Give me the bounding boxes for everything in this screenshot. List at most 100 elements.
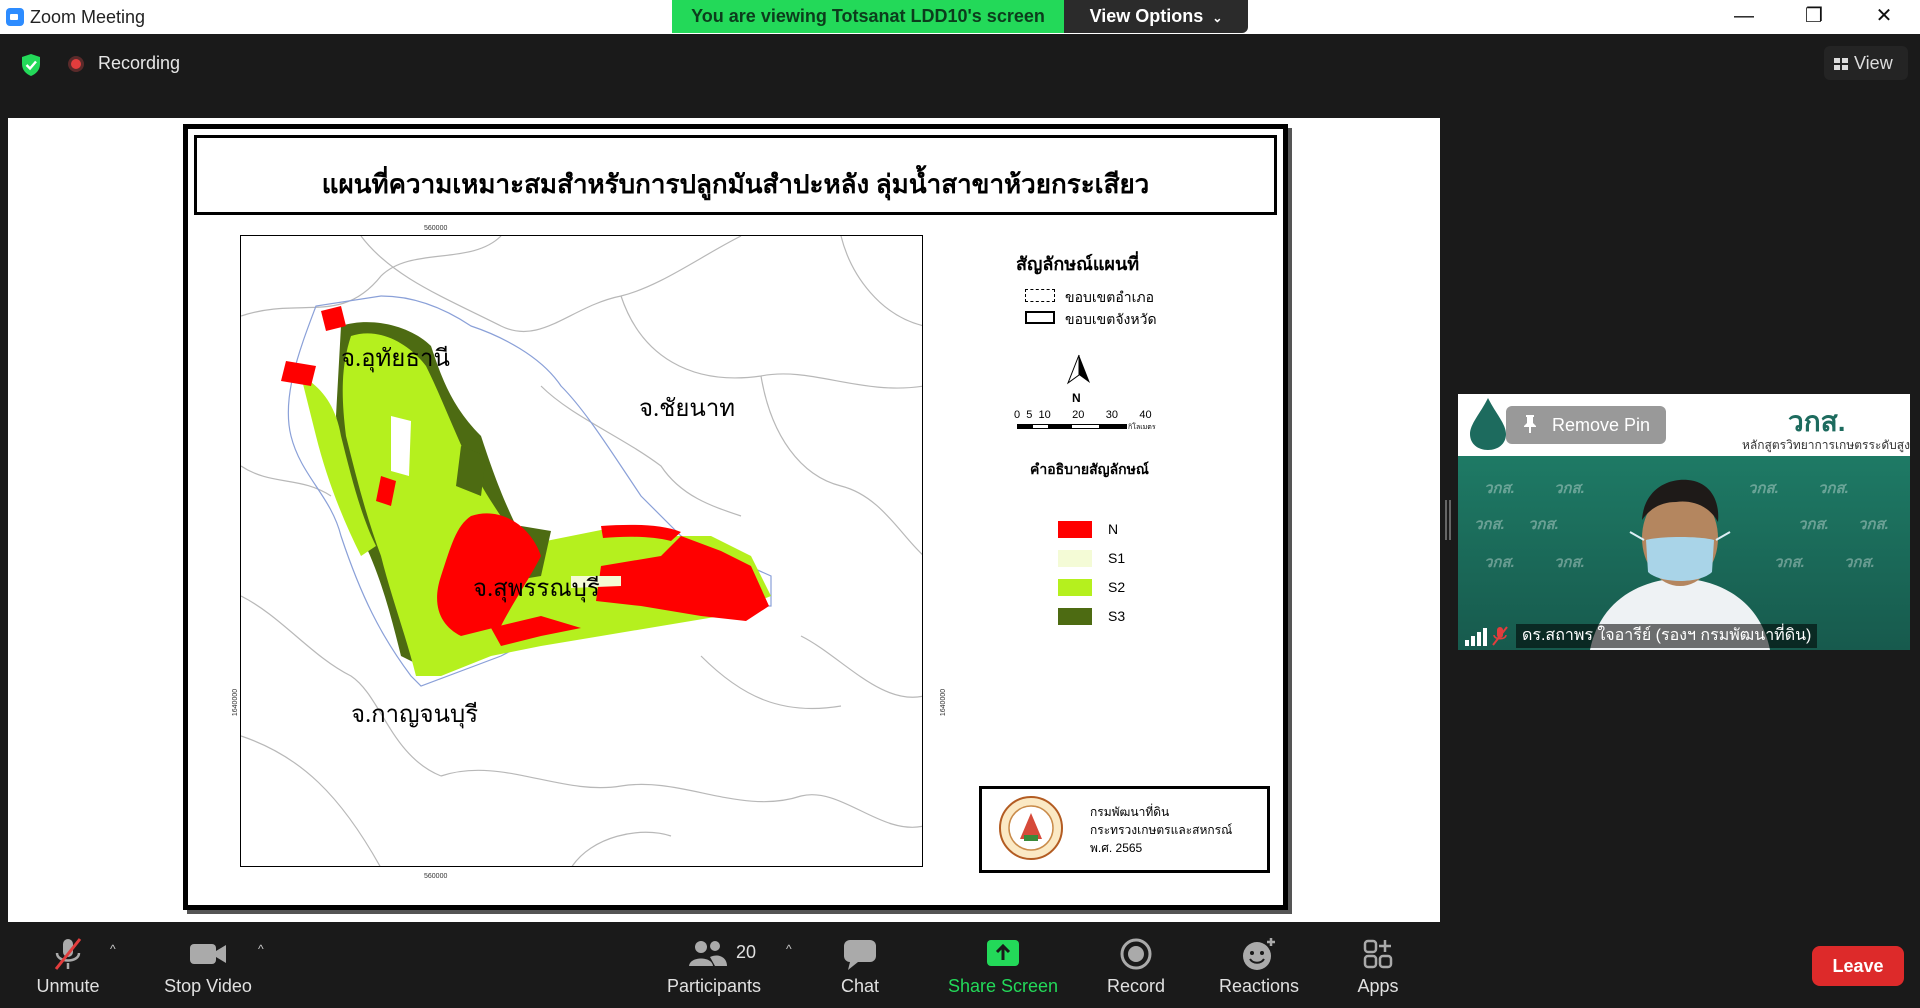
tick-top: 560000 <box>424 225 448 232</box>
remove-pin-label: Remove Pin <box>1552 415 1651 435</box>
tick-left: 1640000 <box>232 688 240 717</box>
reactions-label: Reactions <box>1218 976 1300 996</box>
legend-title: สัญลักษณ์แผนที่ <box>1016 254 1140 274</box>
stop-video-label: Stop Video <box>164 976 252 996</box>
agency-seal-icon <box>999 796 1063 860</box>
participant-video-tile[interactable]: วกส. หลักสูตรวิทยาการเกษตรระดับสูง วกส. … <box>1458 394 1910 650</box>
share-screen-icon <box>987 940 1019 966</box>
share-screen-label: Share Screen <box>947 976 1059 996</box>
remove-pin-button[interactable]: Remove Pin <box>1506 406 1666 444</box>
reactions-button[interactable]: Reactions <box>1208 928 1310 1008</box>
unmute-button[interactable]: Unmute <box>22 928 114 1008</box>
mic-muted-icon <box>54 938 82 970</box>
participant-name: ดร.สถาพร ใจอารีย์ (รองฯ กรมพัฒนาที่ดิน) <box>1516 624 1818 648</box>
watermark-text: วกส. <box>1484 480 1515 497</box>
gap-area <box>391 416 411 476</box>
watermark-text: วกส. <box>1528 516 1559 533</box>
video-camera-icon <box>190 944 226 964</box>
agency-line-3: พ.ศ. 2565 <box>1090 841 1143 855</box>
watermark-text: วกส. <box>1484 554 1515 571</box>
map-title: แผนที่ความเหมาะสมสำหรับการปลูกมันสำปะหลั… <box>321 170 1150 199</box>
title-bar: Zoom Meeting You are viewing Totsanat LD… <box>0 0 1920 34</box>
watermark-text: วกส. <box>1818 480 1849 497</box>
boundary-district-label: ขอบเขตอำเภอ <box>1065 289 1155 305</box>
north-label: N <box>1072 391 1081 405</box>
chat-label: Chat <box>840 976 880 996</box>
watermark-text: วกส. <box>1474 516 1505 533</box>
map-sheet: แผนที่ความเหมาะสมสำหรับการปลูกมันสำปะหลั… <box>183 124 1288 910</box>
view-layout-button[interactable]: View <box>1824 46 1908 80</box>
apps-grid-icon <box>1363 939 1393 969</box>
share-screen-button[interactable]: Share Screen <box>942 928 1064 1008</box>
class-n-patch <box>281 361 316 386</box>
scale-numbers: 0 5 10 20 30 40 <box>1014 409 1152 421</box>
stop-video-button[interactable]: Stop Video <box>158 928 258 1008</box>
record-button[interactable]: Record <box>1096 928 1176 1008</box>
chat-button[interactable]: Chat <box>820 928 900 1008</box>
pin-icon <box>1524 415 1536 433</box>
participants-label: Participants <box>666 976 762 996</box>
chevron-down-icon: ⌄ <box>1212 11 1223 25</box>
video-options-caret-icon[interactable]: ^ <box>258 942 268 956</box>
watermark-text: วกส. <box>1844 554 1875 571</box>
agency-box: กรมพัฒนาที่ดิน กระทรวงเกษตรและสหกรณ์ พ.ศ… <box>979 786 1270 873</box>
apps-label: Apps <box>1357 976 1399 996</box>
class-legend-title: คำอธิบายสัญลักษณ์ <box>1030 461 1149 477</box>
watermark-text: วกส. <box>1798 516 1829 533</box>
zoom-logo-icon <box>6 8 24 26</box>
north-arrow-icon <box>1066 354 1090 385</box>
map-title-box: แผนที่ความเหมาะสมสำหรับการปลูกมันสำปะหลั… <box>194 135 1277 215</box>
participants-count: 20 <box>736 942 757 962</box>
boundary-province-label: ขอบเขตจังหวัด <box>1065 311 1157 327</box>
view-options-label: View Options <box>1089 6 1204 26</box>
tick-right: 1640000 <box>940 688 948 717</box>
record-icon <box>1120 938 1152 970</box>
meeting-toolbar: Unmute ^ Stop Video ^ 20 Participants ^ <box>0 928 1920 1008</box>
view-label: View <box>1854 53 1893 73</box>
province-boundary-swatch <box>1025 311 1055 324</box>
scale-unit: กิโลเมตร <box>1128 424 1156 431</box>
apps-button[interactable]: Apps <box>1338 928 1418 1008</box>
leave-button[interactable]: Leave <box>1812 946 1904 986</box>
security-shield-icon[interactable] <box>20 53 42 77</box>
window-title: Zoom Meeting <box>30 7 146 27</box>
brand-subtitle: หลักสูตรวิทยาการเกษตรระดับสูง <box>1742 438 1910 452</box>
participants-caret-icon[interactable]: ^ <box>786 942 796 956</box>
agency-line-2: กระทรวงเกษตรและสหกรณ์ <box>1090 823 1233 837</box>
province-label-chainat: จ.ชัยนาท <box>639 396 736 422</box>
chat-bubble-icon <box>844 940 876 970</box>
class-label-s1: S1 <box>1108 550 1126 566</box>
class-label-n: N <box>1108 521 1119 537</box>
water-drop-logo-icon <box>1470 398 1506 450</box>
minimize-button[interactable]: — <box>1709 0 1779 34</box>
province-label-suphan: จ.สุพรรณบุรี <box>473 576 600 602</box>
recording-label[interactable]: Recording <box>98 53 180 74</box>
restore-button[interactable]: ❐ <box>1779 0 1849 34</box>
zoom-window: Zoom Meeting You are viewing Totsanat LD… <box>0 0 1920 1008</box>
signal-strength-icon <box>1465 628 1487 646</box>
province-label-uthai: จ.อุทัยธานี <box>341 346 450 372</box>
swatch-s2 <box>1058 579 1092 596</box>
participants-icon <box>689 941 727 966</box>
swatch-s1 <box>1058 550 1092 567</box>
panel-resize-handle[interactable] <box>1445 500 1451 540</box>
scale-bar <box>1017 424 1127 429</box>
record-label: Record <box>1106 976 1166 996</box>
map-area: จ.อุทัยธานี จ.ชัยนาท จ.สุพรรณบุรี จ.กาญจ… <box>240 235 923 867</box>
view-options-button[interactable]: View Options ⌄ <box>1064 0 1248 33</box>
participants-button[interactable]: 20 Participants <box>658 928 770 1008</box>
participant-name-bar: ดร.สถาพร ใจอารีย์ (รองฯ กรมพัฒนาที่ดิน) <box>1458 622 1910 650</box>
viewing-screen-banner: You are viewing Totsanat LDD10's screen <box>672 0 1064 33</box>
class-label-s3: S3 <box>1108 608 1126 624</box>
unmute-label: Unmute <box>36 976 100 996</box>
province-label-kanchanaburi: จ.กาญจนบุรี <box>351 702 479 728</box>
watermark-text: วกส. <box>1858 516 1889 533</box>
mic-muted-icon <box>1492 626 1508 646</box>
recording-dot-icon <box>68 56 84 72</box>
close-button[interactable]: ✕ <box>1849 0 1919 34</box>
smiley-plus-icon <box>1243 938 1275 970</box>
audio-options-caret-icon[interactable]: ^ <box>110 942 120 956</box>
swatch-n <box>1058 521 1092 538</box>
class-label-s2: S2 <box>1108 579 1126 595</box>
district-boundary-swatch <box>1025 289 1055 302</box>
